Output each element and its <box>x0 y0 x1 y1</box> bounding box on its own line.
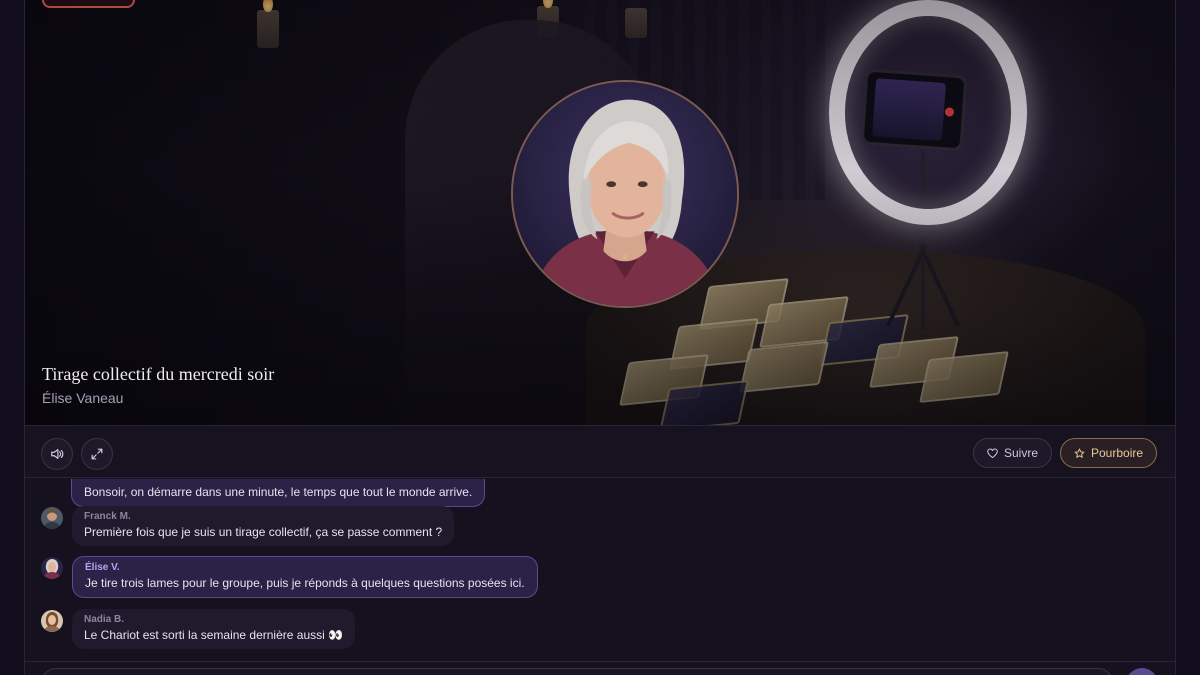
host-avatar-small <box>41 557 63 579</box>
host-portrait <box>513 82 737 306</box>
composer-divider <box>25 661 1175 662</box>
follow-button[interactable]: Suivre <box>973 438 1053 468</box>
speaker-icon <box>51 449 64 459</box>
message-author: Nadia B. <box>84 614 125 625</box>
message-text: Le Chariot est sorti la semaine dernière… <box>84 628 344 642</box>
message-author <box>84 479 472 482</box>
message-text: Première fois que je suis un tirage coll… <box>84 525 443 539</box>
send-button[interactable] <box>1126 668 1158 675</box>
volume-button[interactable] <box>41 438 73 470</box>
expand-icon <box>91 448 103 460</box>
chat-message: Franck M. Première fois que je suis un t… <box>41 506 455 546</box>
star-icon <box>1074 448 1085 458</box>
user-avatar <box>41 610 63 632</box>
player-controls: Suivre Pourboire <box>25 425 1175 478</box>
message-bubble: Élise V. Je tire trois lames pour le gro… <box>72 556 538 598</box>
stream-title: Tirage collectif du mercredi soir <box>42 364 275 384</box>
chat-panel[interactable]: Bonsoir, on démarre dans une minute, le … <box>25 479 1175 662</box>
fullscreen-button[interactable] <box>81 438 113 470</box>
message-bubble: Nadia B. Le Chariot est sorti la semaine… <box>72 609 356 649</box>
tip-label: Pourboire <box>1091 446 1144 460</box>
host-avatar <box>511 80 739 308</box>
video-stage[interactable]: Tirage collectif du mercredi soir Élise … <box>25 0 1175 425</box>
host-name: Élise Vaneau <box>42 390 124 406</box>
chat-input[interactable] <box>41 668 1113 675</box>
message-text: Je tire trois lames pour le groupe, puis… <box>85 576 525 590</box>
chat-message: Élise V. Je tire trois lames pour le gro… <box>41 556 538 598</box>
message-author: Franck M. <box>84 511 131 522</box>
message-author: Élise V. <box>85 562 120 573</box>
message-bubble: Franck M. Première fois que je suis un t… <box>72 506 455 546</box>
user-avatar <box>41 507 63 529</box>
follow-label: Suivre <box>1004 446 1039 460</box>
message-text: Bonsoir, on démarre dans une minute, le … <box>84 485 473 499</box>
chat-message: Nadia B. Le Chariot est sorti la semaine… <box>41 609 356 649</box>
message-bubble: Bonsoir, on démarre dans une minute, le … <box>71 479 486 507</box>
chat-message: Bonsoir, on démarre dans une minute, le … <box>71 479 486 507</box>
app-frame: Tirage collectif du mercredi soir Élise … <box>24 0 1176 675</box>
heart-icon <box>987 448 998 458</box>
live-badge <box>42 0 135 8</box>
tip-button[interactable]: Pourboire <box>1060 438 1158 468</box>
